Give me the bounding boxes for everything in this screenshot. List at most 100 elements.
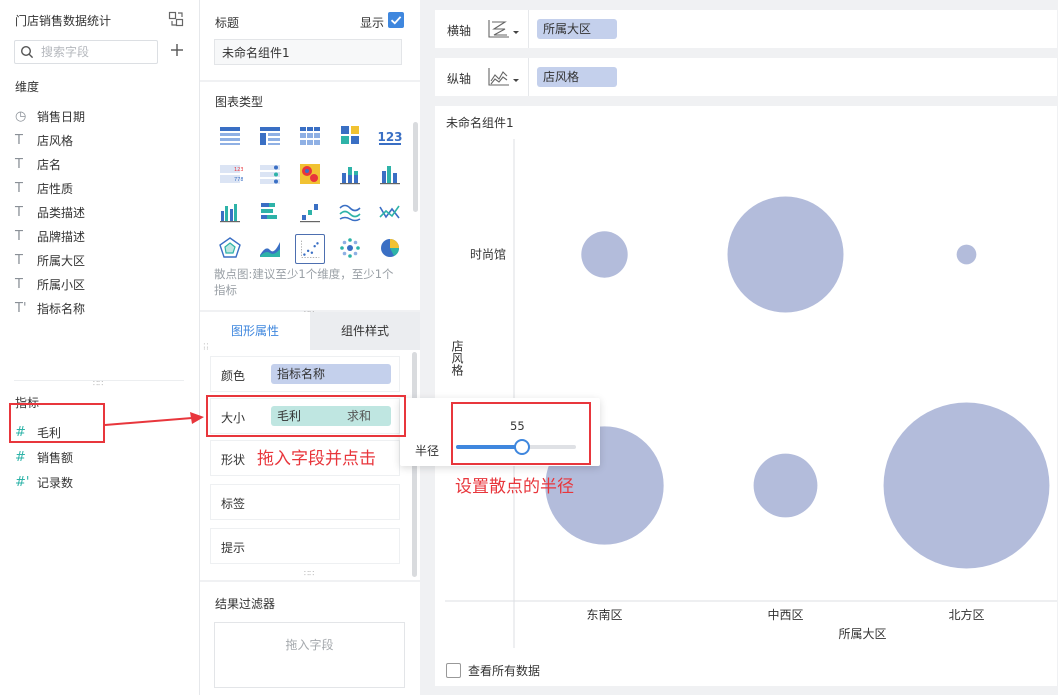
- field-label: 销售日期: [37, 109, 86, 124]
- tooltip-label: 提示: [221, 541, 246, 555]
- annotation-arrow: [104, 412, 204, 426]
- field-label: 品牌描述: [37, 229, 86, 244]
- field-label: 所属小区: [37, 277, 86, 292]
- color-property[interactable]: 颜色 指标名称: [210, 356, 400, 392]
- field-item[interactable]: T 品牌描述: [15, 226, 85, 246]
- color-label: 颜色: [221, 369, 246, 383]
- tab-graph-properties[interactable]: 图形属性: [200, 312, 310, 350]
- waterfall-icon[interactable]: [297, 199, 323, 225]
- switch-dataset-icon[interactable]: [168, 11, 184, 27]
- grouped-bar-icon[interactable]: [377, 161, 403, 187]
- heat-map-icon[interactable]: [297, 161, 323, 187]
- field-item[interactable]: T 品类描述: [15, 202, 85, 222]
- color-table-icon[interactable]: [337, 122, 363, 148]
- field-search-input[interactable]: [41, 44, 153, 60]
- field-item[interactable]: T 店名: [15, 154, 61, 174]
- chart-type-hint: 散点图:建议至少1个维度，至少1个指标: [214, 267, 394, 297]
- view-all-label: 查看所有数据: [468, 664, 541, 678]
- field-label: 店性质: [37, 181, 74, 196]
- field-search-box[interactable]: [14, 40, 158, 64]
- x-axis-label: 横轴: [447, 24, 472, 38]
- text-icon: T: [15, 180, 23, 196]
- chart-title: 未命名组件1: [446, 116, 514, 130]
- multi-line-icon[interactable]: [337, 199, 363, 225]
- view-all-checkbox[interactable]: [446, 663, 461, 678]
- y-axis-field-pill[interactable]: 店风格: [537, 67, 617, 87]
- radar-icon[interactable]: [217, 235, 243, 261]
- title-section: 标题 显示: [200, 0, 420, 80]
- scatter-chart: 东南区 中西区 北方区 时尚馆所属大区 店风格: [445, 139, 1057, 648]
- axis-divider: [528, 10, 529, 48]
- field-label: 店风格: [37, 133, 74, 148]
- group-table-icon[interactable]: [257, 122, 283, 148]
- area-chart-icon[interactable]: [257, 235, 283, 261]
- bubble-cluster-icon[interactable]: [337, 235, 363, 261]
- radius-label: 半径: [415, 444, 440, 458]
- add-field-icon[interactable]: [169, 42, 185, 58]
- scatter-point[interactable]: [581, 231, 628, 278]
- field-item[interactable]: T' 指标名称: [15, 298, 85, 318]
- field-label: 记录数: [37, 475, 74, 490]
- scatter-point[interactable]: [883, 402, 1050, 569]
- chart-type-scrollbar[interactable]: [413, 122, 418, 212]
- resize-grip[interactable]: ∷∷: [93, 380, 103, 388]
- field-item[interactable]: T 所属小区: [15, 274, 85, 294]
- x-axis-title: 所属大区: [838, 627, 886, 641]
- tag-label: 标签: [221, 497, 246, 511]
- tab-component-style[interactable]: 组件样式: [310, 312, 420, 350]
- scatter-point[interactable]: [753, 453, 818, 518]
- chart-type-label: 图表类型: [215, 95, 264, 109]
- scatter-point[interactable]: [956, 244, 977, 265]
- table-chart-icon[interactable]: [217, 122, 243, 148]
- config-tabs: 图形属性 组件样式: [200, 312, 420, 350]
- svg-text:778: 778: [234, 177, 243, 183]
- text-icon: T: [15, 204, 23, 220]
- axis-type-icon[interactable]: [487, 66, 521, 88]
- pie-chart-icon[interactable]: [377, 235, 403, 261]
- scatter-point[interactable]: [727, 196, 844, 313]
- kpi-number-icon[interactable]: 123: [377, 122, 403, 148]
- axis-divider: [528, 58, 529, 96]
- field-item[interactable]: T 所属大区: [15, 250, 85, 270]
- field-item[interactable]: T 店风格: [15, 130, 73, 150]
- horizontal-bar-icon[interactable]: [257, 199, 283, 225]
- show-title-checkbox[interactable]: [388, 12, 404, 28]
- field-item[interactable]: #' 记录数: [15, 472, 73, 492]
- annotation-box-size: [206, 395, 406, 437]
- color-field-pill[interactable]: 指标名称: [271, 364, 391, 384]
- axis-type-icon[interactable]: [487, 18, 521, 40]
- line-chart-icon[interactable]: [377, 199, 403, 225]
- component-name-input[interactable]: [214, 39, 402, 65]
- y-axis-label: 纵轴: [447, 72, 472, 86]
- result-filter-section: 结果过滤器 拖入字段: [200, 582, 420, 695]
- search-icon: [20, 45, 34, 59]
- field-item[interactable]: ◷ 销售日期: [15, 106, 85, 126]
- clock-icon: ◷: [15, 108, 27, 124]
- stacked-bar-icon[interactable]: [337, 161, 363, 187]
- detail-table-icon[interactable]: 123 778: [217, 161, 243, 187]
- annotation-box-radius: [451, 402, 591, 465]
- annotation-drag-hint: 拖入字段并点击: [257, 449, 376, 469]
- scatter-chart-icon[interactable]: [295, 234, 325, 264]
- resize-grip[interactable]: ∷∷: [304, 570, 314, 578]
- field-item[interactable]: T 店性质: [15, 178, 73, 198]
- config-panel: 标题 显示 图表类型 123 123: [200, 0, 420, 695]
- cross-table-icon[interactable]: [297, 122, 323, 148]
- hash-icon: #: [15, 449, 26, 465]
- field-item[interactable]: # 销售额: [15, 447, 73, 467]
- label-property[interactable]: 标签: [210, 484, 400, 520]
- view-all-data[interactable]: 查看所有数据: [446, 662, 540, 679]
- field-label: 销售额: [37, 450, 74, 465]
- dataset-title: 门店销售数据统计: [15, 14, 112, 28]
- x-axis-field-pill[interactable]: 所属大区: [537, 19, 617, 39]
- tooltip-property[interactable]: 提示: [210, 528, 400, 564]
- shape-label: 形状: [221, 453, 246, 467]
- multi-bar-icon[interactable]: [217, 199, 243, 225]
- filter-drop-zone[interactable]: 拖入字段: [214, 622, 405, 688]
- text-icon: T: [15, 156, 23, 172]
- kpi-indicator-icon[interactable]: [257, 161, 283, 187]
- color-field-name: 指标名称: [277, 367, 326, 381]
- x-tick-label: 北方区: [948, 607, 984, 622]
- hash-calc-icon: #': [15, 474, 30, 490]
- field-label: 指标名称: [37, 301, 86, 316]
